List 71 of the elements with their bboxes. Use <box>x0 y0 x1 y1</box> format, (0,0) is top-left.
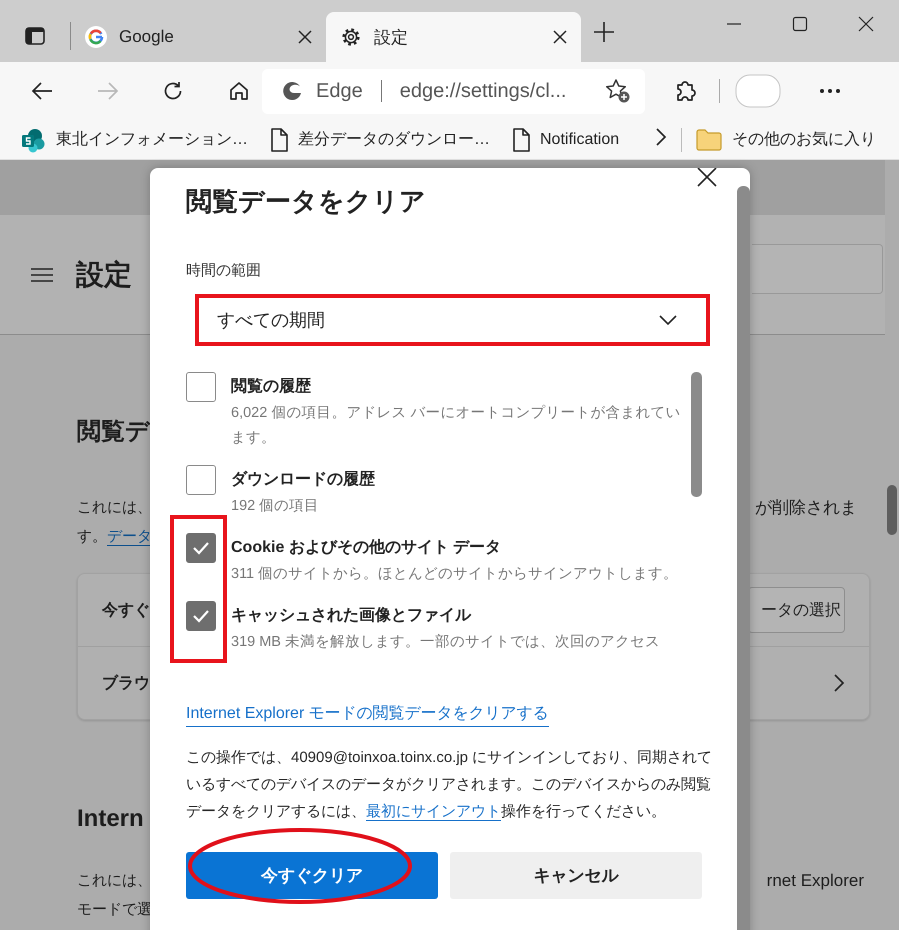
dialog-title: 閲覧データをクリア <box>186 185 427 218</box>
checkbox[interactable] <box>186 533 216 563</box>
section-title: 閲覧デ <box>77 417 150 447</box>
chevron-down-icon <box>658 314 678 326</box>
option-description: 311 個のサイトから。ほとんどのサイトからサインアウトします。 <box>231 565 678 584</box>
menu-icon[interactable] <box>30 266 54 284</box>
page-title: 設定 <box>76 258 132 292</box>
maximize-icon[interactable] <box>792 16 808 32</box>
close-icon[interactable] <box>858 16 874 32</box>
description-text: これには、 <box>77 498 152 518</box>
check-icon <box>192 609 210 623</box>
sidebar-icon[interactable] <box>25 27 45 45</box>
home-icon[interactable] <box>228 80 250 102</box>
checkbox[interactable] <box>186 601 216 631</box>
close-icon[interactable] <box>553 30 567 44</box>
add-favorite-icon[interactable] <box>605 78 631 104</box>
chevron-right-icon[interactable] <box>655 127 668 147</box>
browser-tab[interactable]: 設定 <box>326 12 581 62</box>
setting-label: 今すぐ <box>102 600 150 620</box>
description-text: これには、 <box>77 871 152 891</box>
section-title: Intern <box>77 804 144 834</box>
option-title: ダウンロードの履歴 <box>231 470 375 490</box>
folder-icon <box>696 128 722 150</box>
clear-button[interactable]: 今すぐクリア <box>186 852 438 899</box>
link[interactable]: 最初にサインアウト <box>366 803 501 821</box>
chevron-right-icon[interactable] <box>833 673 845 693</box>
description-text: が削除されま <box>755 497 857 519</box>
gear-icon <box>340 26 362 48</box>
choose-button[interactable]: ータの選択 <box>748 587 845 633</box>
site-icon <box>20 126 46 152</box>
scrollbar-thumb[interactable] <box>887 485 897 535</box>
dropdown-value: すべての期間 <box>217 309 325 332</box>
address-bar[interactable]: Edge edge://settings/cl... <box>262 68 645 114</box>
option-title: Cookie およびその他のサイト データ <box>231 538 502 558</box>
close-icon[interactable] <box>298 30 312 44</box>
bookmark[interactable]: 差分データのダウンロー… <box>270 128 490 152</box>
bookmark[interactable]: 東北インフォメーション… <box>20 126 248 152</box>
tab-title: Google <box>119 27 175 47</box>
document-icon <box>270 128 288 152</box>
cancel-button[interactable]: キャンセル <box>450 852 702 899</box>
description-text: rnet Explorer <box>766 870 864 892</box>
option-description: 319 MB 未満を解放します。一部のサイトでは、次回のアクセス <box>231 632 660 652</box>
document-icon <box>512 128 530 152</box>
checkbox[interactable] <box>186 465 216 495</box>
scrollbar-thumb[interactable] <box>737 186 750 930</box>
sync-notice: この操作では、40909@toinxoa.toinx.co.jp にサインインしており、同期されているすべてのデバイスのデータがクリアされます。このデバイスからのみ閲覧データをクリアするには、最初にサインアウト 操作を行ってください。 <box>186 748 714 823</box>
scrollbar-thumb[interactable] <box>691 372 702 497</box>
tab-title: 設定 <box>374 26 409 48</box>
field-label: 時間の範囲 <box>186 261 262 280</box>
link[interactable]: Internet Explorer モードの閲覧データをクリアする <box>186 702 549 727</box>
browser-tab[interactable]: Google <box>71 12 326 62</box>
time-range-dropdown[interactable]: すべての期間 <box>199 298 706 342</box>
browser-logo-icon <box>280 79 304 103</box>
back-arrow-icon[interactable] <box>31 80 53 102</box>
checkbox[interactable] <box>186 372 216 402</box>
refresh-icon[interactable] <box>162 80 184 102</box>
check-icon <box>192 541 210 555</box>
setting-label: ブラウ <box>102 673 150 694</box>
option-description: 6,022 個の項目。アドレス バーにオートコンプリートが含まれています。 <box>231 404 682 448</box>
favorites-folder[interactable]: その他のお気に入り <box>696 128 876 150</box>
bookmark[interactable]: Notification <box>512 128 620 152</box>
option-title: 閲覧の履歴 <box>231 376 312 397</box>
url-text: edge://settings/cl... <box>400 80 568 102</box>
g-logo-icon <box>85 26 107 48</box>
new-tab-icon[interactable] <box>593 21 615 43</box>
close-icon[interactable] <box>696 168 718 188</box>
site-label: Edge <box>316 80 363 102</box>
option-description: 192 個の項目 <box>231 497 320 516</box>
search-field[interactable] <box>752 244 883 294</box>
option-title: キャッシュされた画像とファイル <box>231 606 472 626</box>
description-text: モードで選 <box>77 900 152 920</box>
